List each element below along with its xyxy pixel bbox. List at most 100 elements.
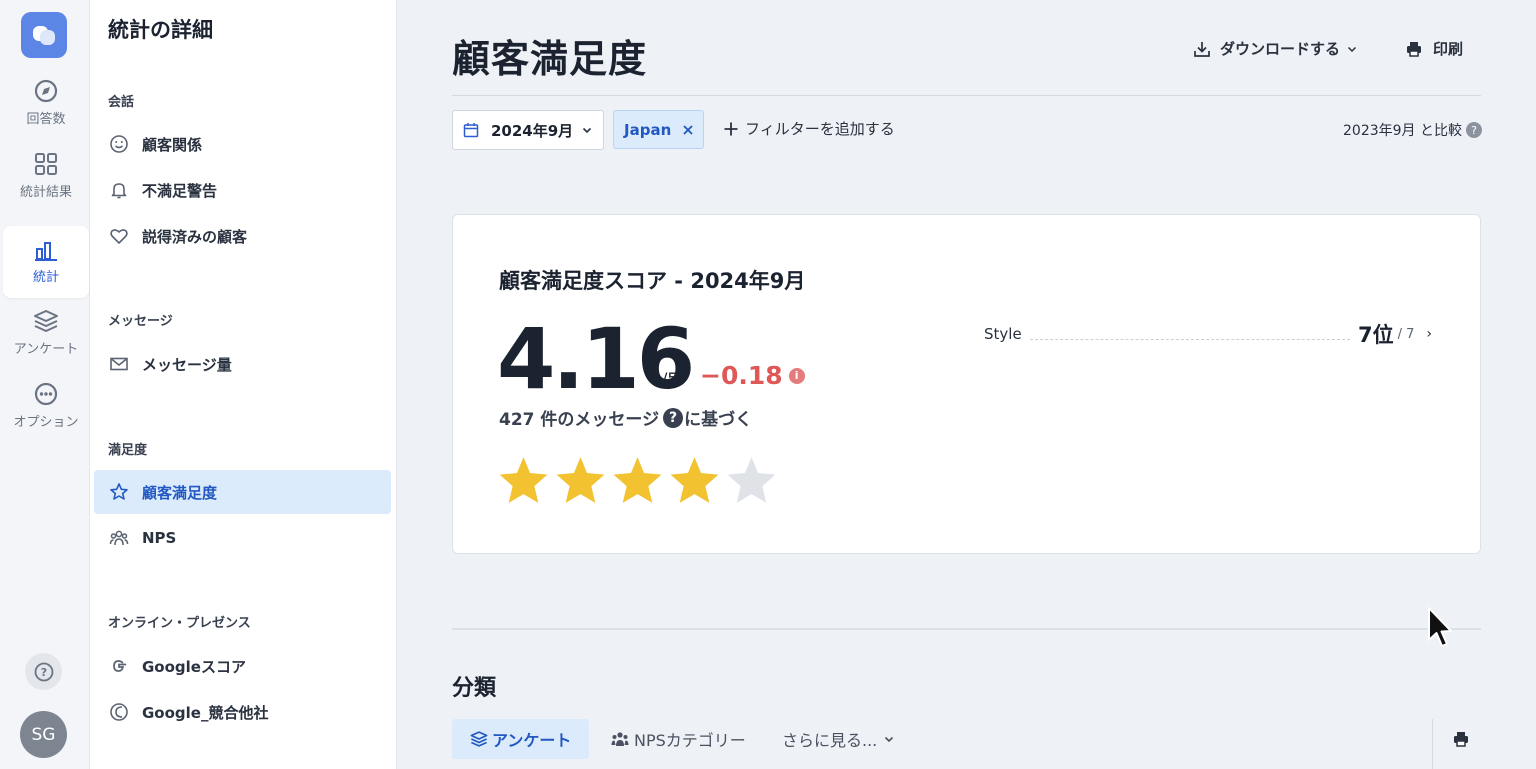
add-filter-button[interactable]: フィルターを追加する: [723, 118, 895, 139]
rail-item-responses[interactable]: 回答数: [3, 66, 89, 138]
score-delta: −0.18 i: [700, 361, 805, 390]
section-label-satisfaction: 満足度: [108, 443, 148, 458]
rail-label: オプション: [13, 414, 79, 430]
sub-navigation: 統計の詳細 会話 顧客関係 不満足警告 説得済みの顧客 メッセージ メッセージ量…: [90, 0, 397, 769]
mail-icon: [108, 353, 130, 375]
rank-value: 7位: [1357, 323, 1394, 347]
competitor-icon: [108, 701, 130, 723]
nav-item-label: Googleスコア: [142, 657, 246, 676]
help-button[interactable]: ?: [25, 653, 62, 690]
nav-item-customer-relations[interactable]: 顧客関係: [94, 122, 391, 166]
svg-text:?: ?: [40, 666, 46, 679]
nav-item-google-competitors[interactable]: Google_競合他社: [94, 690, 391, 734]
question-icon: ?: [34, 662, 53, 681]
breakdown-title: 分類: [452, 676, 497, 701]
download-button[interactable]: ダウンロードする: [1192, 38, 1358, 59]
filter-chip-label: Japan: [624, 120, 672, 139]
rail-item-results[interactable]: 統計結果: [3, 139, 89, 211]
subnav-title: 統計の詳細: [108, 18, 213, 42]
tab-survey[interactable]: アンケート: [452, 719, 590, 759]
logo-icon: [33, 26, 55, 45]
print-button[interactable]: 印刷: [1405, 38, 1463, 59]
nav-item-customer-satisfaction[interactable]: 顧客満足度: [94, 470, 391, 514]
section-label-online-presence: オンライン・プレゼンス: [108, 616, 251, 631]
rail-label: 統計結果: [19, 184, 72, 200]
calendar-icon: [463, 123, 479, 138]
star-empty-icon: [727, 457, 776, 503]
plus-icon: [724, 122, 738, 135]
nav-item-label: 説得済みの顧客: [142, 227, 248, 246]
avatar[interactable]: SG: [20, 711, 67, 758]
layers-icon: [470, 731, 488, 747]
card-title: 顧客満足度スコア - 2024年9月: [499, 269, 806, 293]
based-suffix: に基づく: [684, 410, 753, 430]
close-icon[interactable]: [682, 124, 694, 136]
tab-more[interactable]: さらに見る...: [782, 719, 895, 759]
divider: [1432, 719, 1433, 769]
people-icon: [611, 732, 629, 746]
tab-label: アンケート: [492, 731, 572, 750]
download-label: ダウンロードする: [1220, 40, 1341, 58]
section-label-messages: メッセージ: [108, 314, 173, 329]
help-icon[interactable]: ?: [663, 407, 684, 428]
printer-icon: [1454, 732, 1468, 747]
more-icon: [34, 382, 58, 405]
rail-item-survey[interactable]: アンケート: [3, 296, 89, 368]
nav-item-nps[interactable]: NPS: [94, 516, 391, 560]
chevron-down-icon: [583, 127, 592, 134]
nav-item-label: メッセージ量: [142, 355, 232, 374]
download-icon: [1194, 41, 1210, 57]
mouse-cursor-icon: [1428, 607, 1452, 647]
rank-row[interactable]: Style 7位 / 7 ›: [984, 319, 1432, 349]
layers-icon: [34, 309, 58, 332]
score-max: /5: [662, 369, 678, 388]
page-title: 顧客満足度: [452, 37, 648, 81]
section-label-conversation: 会話: [108, 95, 135, 110]
add-filter-label: フィルターを追加する: [745, 120, 895, 138]
chevron-down-icon: [1347, 46, 1357, 52]
people-icon: [108, 527, 130, 549]
delta-value: −0.18: [700, 361, 783, 390]
compare-label: 2023年9月 と比較: [1343, 123, 1462, 139]
rail-label: 統計: [32, 269, 59, 285]
nav-item-persuaded-customers[interactable]: 説得済みの顧客: [94, 214, 391, 258]
bar-chart-icon: [35, 241, 57, 261]
compare-period[interactable]: 2023年9月 と比較 ?: [1343, 120, 1482, 140]
filter-chip: Japan: [613, 110, 704, 149]
info-icon[interactable]: i: [788, 367, 805, 384]
nav-item-label: NPS: [142, 529, 177, 547]
divider: [452, 628, 1481, 630]
heart-icon: [108, 225, 130, 247]
rail-item-statistics[interactable]: 統計: [3, 226, 89, 298]
star-filled-icon: [670, 457, 719, 503]
star-rating: [497, 455, 782, 505]
nav-item-label: 不満足警告: [142, 181, 218, 200]
star-filled-icon: [499, 457, 548, 503]
nav-item-dissatisfaction-alert[interactable]: 不満足警告: [94, 168, 391, 212]
breakdown-print-button[interactable]: [1452, 730, 1470, 752]
tab-nps-category[interactable]: NPSカテゴリー: [610, 719, 746, 759]
bell-icon: [108, 179, 130, 201]
tab-label: NPSカテゴリー: [634, 731, 746, 750]
help-icon[interactable]: ?: [1466, 122, 1482, 138]
rank-label: Style: [984, 325, 1022, 343]
print-label: 印刷: [1433, 40, 1464, 58]
satisfaction-score-card: 顧客満足度スコア - 2024年9月 4.16 /5 −0.18 i 427 件…: [452, 214, 1481, 554]
chevron-right-icon[interactable]: ›: [1426, 326, 1432, 342]
grid-icon: [35, 152, 57, 175]
printer-icon: [1407, 41, 1421, 57]
date-picker[interactable]: 2024年9月: [452, 110, 604, 150]
nav-item-label: 顧客関係: [142, 135, 203, 154]
nav-item-google-score[interactable]: Googleスコア: [94, 644, 391, 688]
tab-label: さらに見る...: [782, 731, 878, 750]
nav-item-message-volume[interactable]: メッセージ量: [94, 342, 391, 386]
score-value: 4.16: [497, 310, 695, 408]
leader-line: [1029, 338, 1350, 340]
rank-total: / 7: [1397, 326, 1415, 342]
app-logo[interactable]: [21, 12, 67, 58]
star-outline-icon: [108, 481, 130, 503]
star-filled-icon: [556, 457, 605, 503]
divider: [452, 95, 1481, 96]
based-on: 427 件のメッセージ ? に基づく: [499, 405, 752, 430]
rail-item-options[interactable]: オプション: [3, 369, 89, 441]
